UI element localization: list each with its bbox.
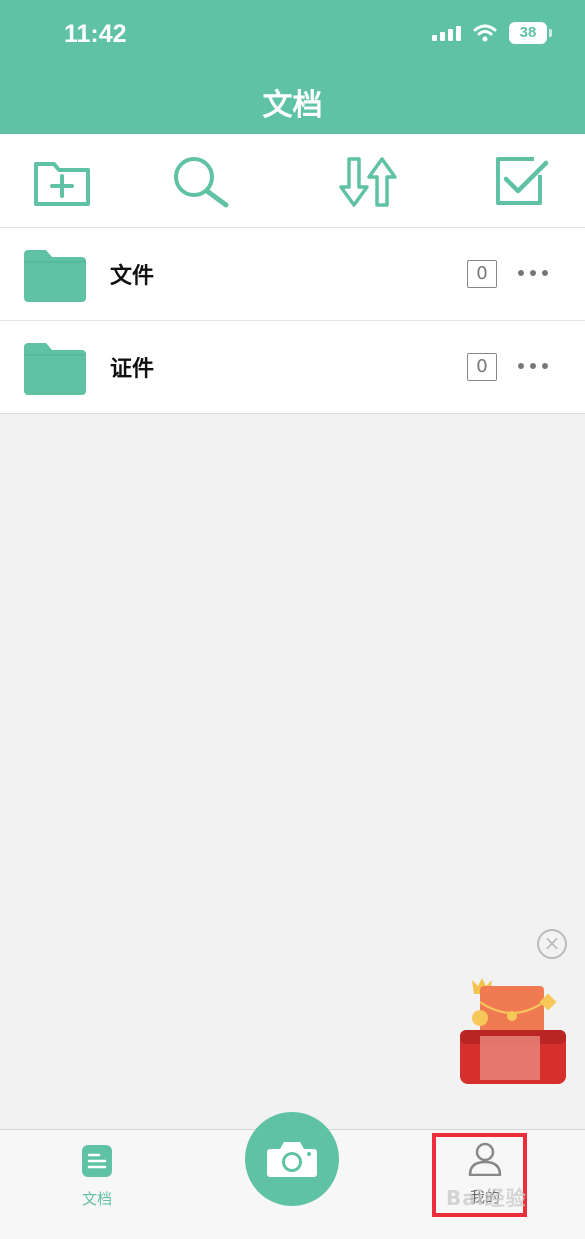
folder-name: 证件 <box>110 357 155 382</box>
battery-icon: 38 <box>509 22 552 44</box>
red-envelope-icon[interactable] <box>458 972 570 1090</box>
sort-button[interactable] <box>336 152 400 212</box>
signal-icon <box>432 25 461 41</box>
tab-docs-label: 文档 <box>81 1190 112 1208</box>
folder-name: 文件 <box>110 264 155 289</box>
more-icon[interactable] <box>518 363 548 369</box>
document-icon <box>82 1145 112 1177</box>
search-button[interactable] <box>168 152 232 212</box>
new-folder-button[interactable] <box>30 152 94 212</box>
sort-icon <box>339 157 397 207</box>
more-icon[interactable] <box>518 270 548 276</box>
folder-list: 文件 0 证件 0 <box>0 228 585 414</box>
folder-count: 0 <box>467 260 497 288</box>
folder-row[interactable]: 文件 0 <box>0 228 585 321</box>
tab-docs[interactable]: 文档 <box>64 1144 130 1209</box>
folder-row[interactable]: 证件 0 <box>0 321 585 414</box>
folder-icon <box>24 250 86 302</box>
select-icon <box>496 157 549 205</box>
folder-icon <box>24 343 86 395</box>
promo-close-icon[interactable]: × <box>537 929 567 959</box>
search-icon <box>174 157 229 208</box>
folder-count: 0 <box>467 353 497 381</box>
camera-button[interactable] <box>245 1112 339 1206</box>
toolbar <box>0 134 585 228</box>
status-icons: 38 <box>432 22 552 44</box>
camera-icon <box>267 1142 317 1177</box>
watermark: Bai经验 <box>446 1186 527 1210</box>
wifi-icon <box>473 24 497 42</box>
user-icon <box>468 1142 502 1177</box>
status-time: 11:42 <box>64 20 127 48</box>
new-folder-icon <box>34 162 90 206</box>
page-title: 文档 <box>262 88 323 123</box>
select-button[interactable] <box>490 152 554 212</box>
app-header: 11:42 38 文档 <box>0 0 585 134</box>
